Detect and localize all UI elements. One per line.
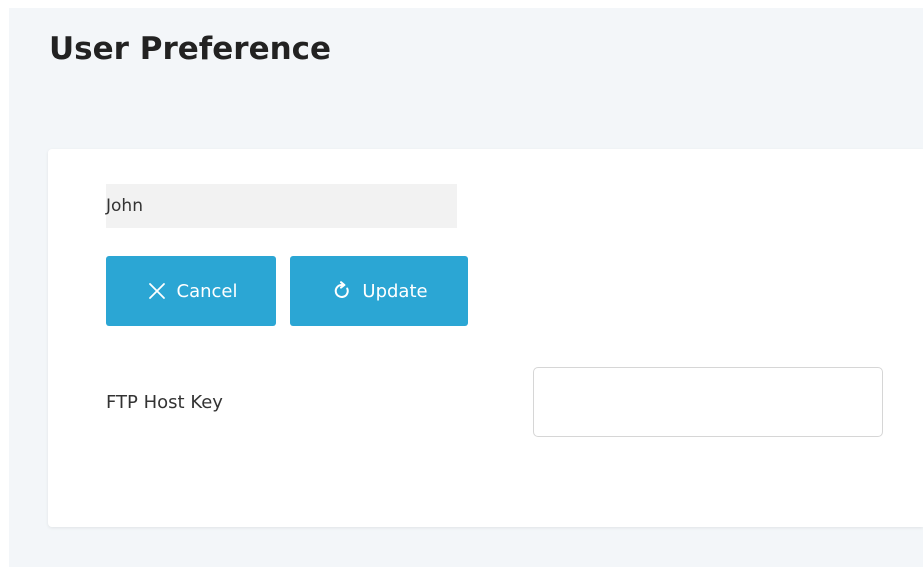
page-title: User Preference (49, 31, 332, 67)
update-button-label: Update (362, 280, 428, 302)
ftp-host-key-input[interactable] (533, 367, 883, 437)
cancel-button-label: Cancel (176, 280, 238, 302)
ftp-host-key-label: FTP Host Key (106, 392, 223, 413)
preferences-card: John Cancel Update FTP Host Key (48, 149, 923, 527)
close-icon (145, 279, 169, 303)
refresh-icon (330, 279, 354, 303)
update-button[interactable]: Update (290, 256, 468, 326)
cancel-button[interactable]: Cancel (106, 256, 276, 326)
page-background: User Preference John Cancel Update FTP H… (9, 8, 923, 567)
username-display: John (106, 184, 457, 228)
